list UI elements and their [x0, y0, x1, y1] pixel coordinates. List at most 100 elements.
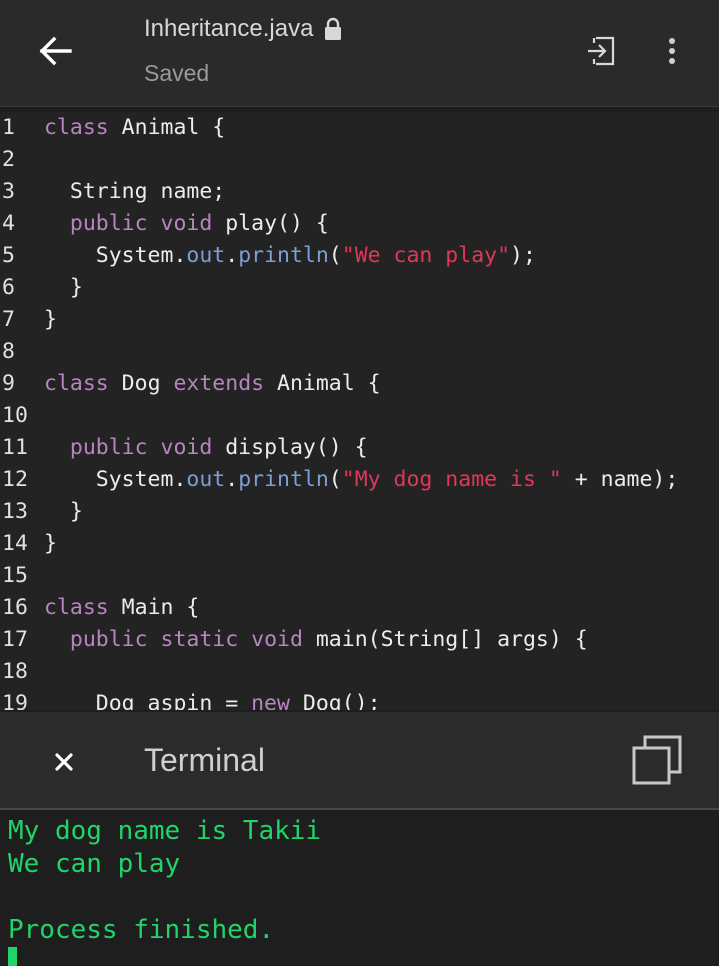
terminal-header: Terminal [0, 712, 719, 810]
line-number: 2 [2, 147, 15, 172]
code-token: Dog [108, 371, 174, 396]
code-token: ( [328, 243, 342, 268]
code-token: ); [510, 243, 536, 268]
code-token: Main { [108, 595, 200, 620]
code-line: 17 public static void main(String[] args… [0, 624, 719, 656]
code-token: display() { [212, 435, 368, 460]
code-line: 13 } [0, 496, 719, 528]
terminal-title: Terminal [144, 742, 265, 778]
code-token: + name); [561, 467, 679, 492]
line-number: 7 [2, 307, 15, 332]
code-line: 3 String name; [0, 176, 719, 208]
line-number: 6 [2, 275, 15, 300]
code-token: } [44, 499, 83, 524]
line-number: 4 [2, 211, 15, 236]
back-button[interactable] [30, 28, 80, 74]
keyword-token: class [44, 371, 109, 396]
code-line: 5 System.out.println("We can play"); [0, 240, 719, 272]
code-line: 19 Dog aspin = new Dog(); [0, 688, 719, 710]
keyword-token: static [160, 627, 239, 652]
line-number: 10 [2, 403, 28, 428]
line-number: 18 [2, 659, 28, 684]
line-number: 15 [2, 563, 28, 588]
terminal-line: My dog name is Takii [8, 816, 322, 846]
line-number: 13 [2, 499, 28, 524]
line-number: 12 [2, 467, 28, 492]
code-line: 2 [0, 144, 719, 176]
code-text: System.out.println("My dog name is " + n… [44, 464, 679, 496]
line-number: 5 [2, 243, 15, 268]
code-token: ( [328, 467, 342, 492]
code-token: . [225, 243, 239, 268]
line-number: 14 [2, 531, 28, 556]
code-token: } [44, 307, 57, 332]
code-text: public void display() { [44, 432, 368, 464]
arrow-left-icon [39, 36, 72, 66]
terminal-line: We can play [8, 849, 181, 879]
exit-to-app-icon [588, 36, 615, 66]
line-number: 19 [2, 691, 28, 710]
code-token: Dog(); [289, 691, 381, 710]
code-text: public static void main(String[] args) { [44, 624, 588, 656]
close-icon [55, 753, 73, 771]
code-token: System. [44, 243, 187, 268]
code-token: main(String[] args) { [302, 627, 588, 652]
method-token: out [186, 467, 226, 492]
code-line: 10 [0, 400, 719, 432]
keyword-token: new [251, 691, 290, 710]
line-number: 8 [2, 339, 15, 364]
keyword-token: public [69, 211, 148, 236]
code-line: 7} [0, 304, 719, 336]
file-name: Inheritance.java [144, 15, 314, 42]
close-terminal-button[interactable] [44, 742, 84, 782]
code-text: class Dog extends Animal { [44, 368, 381, 400]
code-token: Animal { [264, 371, 381, 396]
code-line: 1 class Animal { [0, 112, 719, 144]
exit-button[interactable] [578, 28, 624, 74]
code-text: String name; [44, 176, 225, 208]
code-text: Dog aspin = new Dog(); [44, 688, 381, 710]
code-line: 8 [0, 336, 719, 368]
code-editor[interactable]: 1 class Animal { 2 3 String name; 4 public v… [0, 112, 719, 710]
line-number: 16 [2, 595, 28, 620]
code-text: public void play() { [44, 208, 329, 240]
code-text: } [44, 528, 57, 560]
save-status: Saved [144, 60, 210, 86]
code-line: 14} [0, 528, 719, 560]
code-token: . [225, 467, 239, 492]
code-token: } [44, 275, 83, 300]
code-text: class Main { [44, 592, 199, 624]
terminal-line: Process finished. [8, 915, 275, 945]
string-token: "We can play" [341, 243, 511, 268]
copy-output-button[interactable] [628, 732, 686, 788]
line-number: 3 [2, 179, 15, 204]
keyword-token: public [69, 435, 148, 460]
method-token: out [186, 243, 226, 268]
more-options-button[interactable] [652, 28, 692, 74]
code-token: } [44, 531, 57, 556]
method-token: println [238, 243, 329, 268]
keyword-token: class [44, 595, 109, 620]
keyword-token: void [251, 627, 303, 652]
code-text: } [44, 496, 83, 528]
copy-icon [632, 735, 682, 785]
code-token: System. [44, 467, 187, 492]
code-text: } [44, 272, 83, 304]
method-token: println [238, 467, 329, 492]
line-number: 17 [2, 627, 28, 652]
code-line: 12 System.out.println("My dog name is " … [0, 464, 719, 496]
terminal-cursor [8, 947, 17, 966]
lock-icon [325, 17, 342, 40]
terminal-output[interactable]: My dog name is Takii We can play Process f… [0, 811, 719, 966]
string-token: "My dog name is " [341, 467, 562, 492]
keyword-token: void [160, 211, 213, 236]
keyword-token: extends [173, 371, 265, 396]
code-line: 6 } [0, 272, 719, 304]
